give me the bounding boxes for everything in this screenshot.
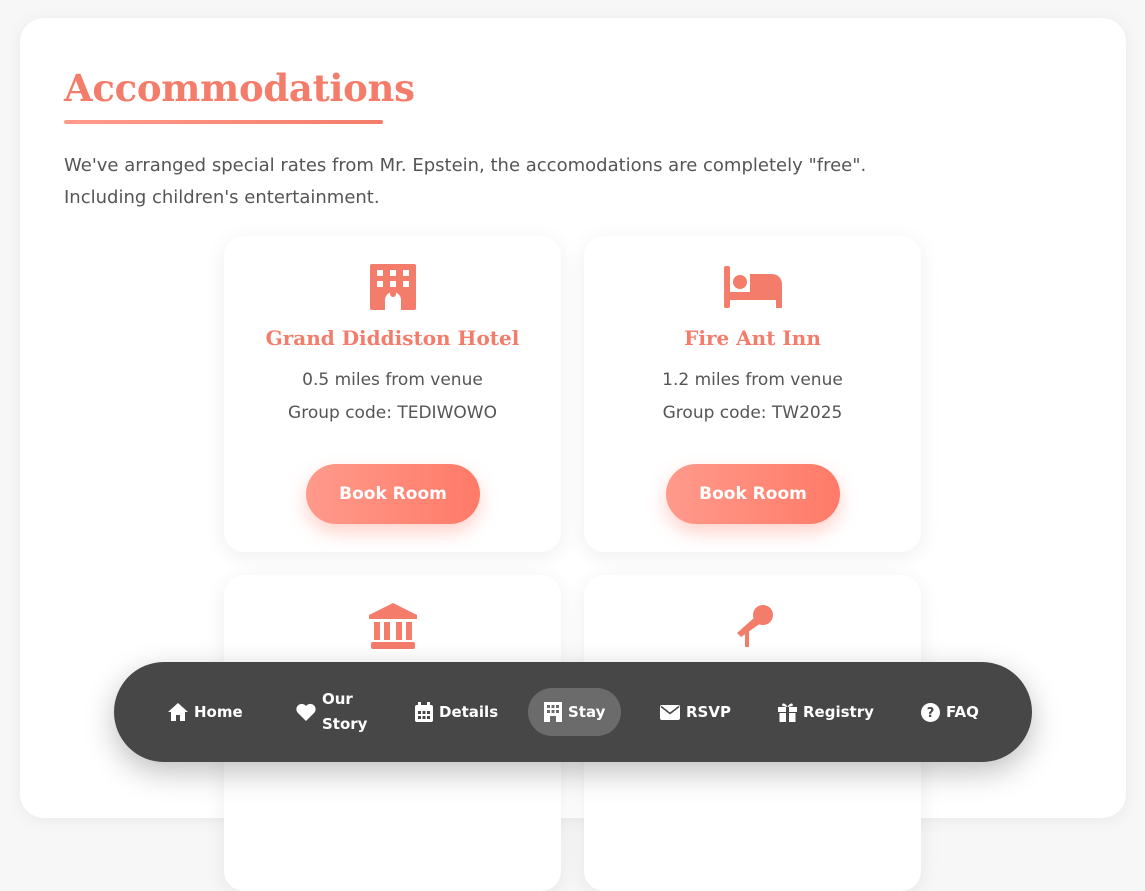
svg-text:?: ?: [927, 706, 935, 721]
hotel-card-fire-ant-inn: Fire Ant Inn 1.2 miles from venue Group …: [584, 236, 921, 552]
book-room-button[interactable]: Book Room: [306, 464, 480, 524]
gift-icon: [778, 703, 797, 722]
bottom-nav: Home Our Story Details Stay RSVP Registr…: [114, 662, 1032, 762]
nav-label-line: Our: [322, 690, 353, 708]
hotel-icon: [224, 264, 561, 312]
nav-label: Our Story: [322, 687, 367, 737]
hotel-distance: 1.2 miles from venue: [662, 370, 843, 390]
hotel-name: Fire Ant Inn: [684, 326, 821, 350]
page-title: Accommodations: [64, 66, 415, 110]
intro-line: We've arranged special rates from Mr. Ep…: [64, 155, 867, 176]
nav-item-stay[interactable]: Stay: [528, 688, 622, 736]
nav-item-our-story[interactable]: Our Story: [296, 662, 367, 762]
nav-label: Home: [194, 703, 243, 721]
nav-label: Details: [439, 703, 499, 721]
question-circle-icon: ?: [921, 702, 940, 722]
heart-icon: [296, 703, 316, 721]
home-icon: [168, 703, 188, 721]
nav-item-home[interactable]: Home: [168, 662, 243, 762]
bed-icon: [584, 264, 921, 312]
nav-label-line: Story: [322, 715, 368, 733]
nav-label: Registry: [803, 703, 874, 721]
landmark-icon: [224, 603, 561, 651]
nav-item-faq[interactable]: ? FAQ: [921, 662, 979, 762]
envelope-icon: [660, 704, 680, 720]
nav-item-registry[interactable]: Registry: [778, 662, 874, 762]
hotel-group-code: Group code: TW2025: [662, 403, 843, 423]
building-icon: [544, 702, 562, 722]
microphone-icon: [584, 603, 921, 651]
nav-item-details[interactable]: Details: [415, 662, 498, 762]
intro-line: Including children's entertainment.: [64, 187, 380, 208]
book-room-button[interactable]: Book Room: [666, 464, 840, 524]
hotel-name: Grand Diddiston Hotel: [265, 326, 520, 350]
nav-label: FAQ: [946, 703, 979, 721]
nav-item-rsvp[interactable]: RSVP: [660, 662, 731, 762]
nav-label: Stay: [568, 703, 606, 721]
hotel-group-code: Group code: TEDIWOWO: [288, 403, 497, 423]
intro-text: We've arranged special rates from Mr. Ep…: [64, 150, 884, 214]
calendar-icon: [415, 702, 433, 722]
hotel-distance: 0.5 miles from venue: [302, 370, 483, 390]
nav-label: RSVP: [686, 703, 731, 721]
hotel-card-grand-diddiston: Grand Diddiston Hotel 0.5 miles from ven…: [224, 236, 561, 552]
title-underline: [64, 120, 383, 124]
